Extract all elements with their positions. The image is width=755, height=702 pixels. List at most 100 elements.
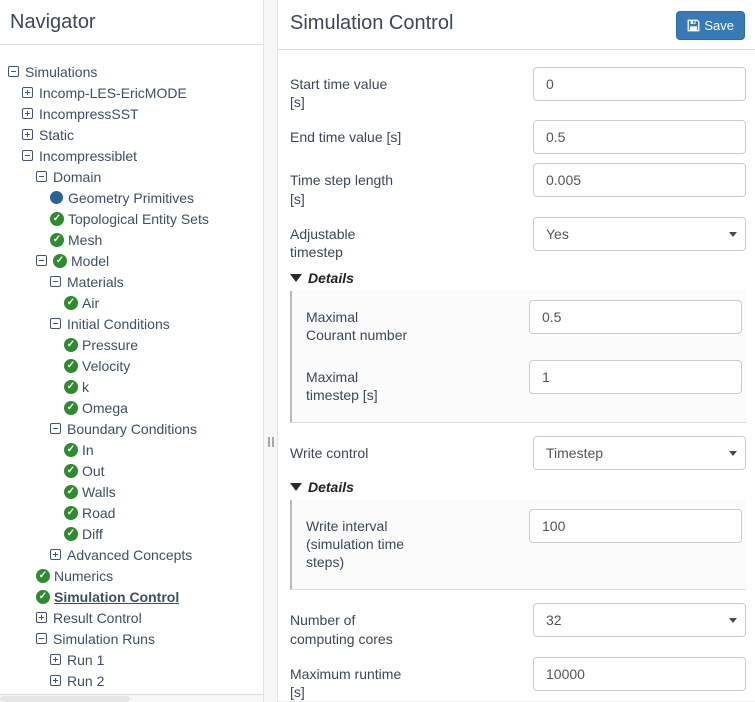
form-row-write-control: Write control Timestep [290,435,746,470]
field-control-maximal-timestep [529,359,742,394]
plus-box-icon[interactable] [22,129,33,140]
tree-item-mesh[interactable]: Mesh [8,229,261,250]
tree-item-run-2[interactable]: Run 2 [8,670,261,691]
field-label-end-time-value: End time value [s] [290,129,402,146]
tree-item-boundary-conditions[interactable]: Boundary Conditions [8,418,261,439]
tree-item-advanced-concepts[interactable]: Advanced Concepts [8,544,261,565]
tree-item-static[interactable]: Static [8,124,261,145]
tree-item-label: Result Control [53,609,142,626]
minus-box-icon[interactable] [8,66,19,77]
field-control-write-control: Timestep [533,435,746,470]
form-row-start-time-value: Start time value [s] [290,67,746,111]
end-time-value-input[interactable] [533,120,746,155]
field-label-maximal-timestep: Maximal timestep [s] [306,368,378,403]
plus-box-icon[interactable] [50,549,61,560]
tree-item-materials[interactable]: Materials [8,271,261,292]
collapse-triangle-icon [290,482,302,491]
minus-box-icon[interactable] [22,150,33,161]
tree-item-k[interactable]: k [8,376,261,397]
tree-item-label: Road [82,504,116,521]
minus-box-icon[interactable] [50,318,61,329]
save-button[interactable]: Save [676,11,745,40]
scrollbar-thumb[interactable] [0,696,130,702]
write-interval-input[interactable] [529,508,742,543]
save-button-label: Save [704,18,734,33]
tree-item-air[interactable]: Air [8,292,261,313]
navigator-tree: Simulations Incomp-LES-EricMODE Incompress… [0,45,263,691]
check-circle-icon [50,211,64,226]
tree-item-label: Boundary Conditions [67,420,197,437]
tree-item-run-1[interactable]: Run 1 [8,649,261,670]
check-circle-icon [50,232,64,247]
tree-item-label: Simulation Control [54,588,180,605]
tree-item-label: Simulations [25,63,98,80]
plus-box-icon[interactable] [50,654,61,665]
tree-item-label: Numerics [54,567,114,584]
tree-item-label: Diff [82,525,103,542]
tree-item-label: Run 2 [67,672,105,689]
tree-item-simulations[interactable]: Simulations [8,61,261,82]
minus-box-icon[interactable] [50,276,61,287]
check-circle-icon [64,526,78,541]
resize-grip-icon[interactable] [268,437,273,447]
tree-item-label: Domain [53,168,102,185]
tree-item-simulation-control[interactable]: Simulation Control [8,586,261,607]
time-step-length-input[interactable] [533,163,746,198]
minus-box-icon[interactable] [36,633,47,644]
tree-item-numerics[interactable]: Numerics [8,565,261,586]
tree-item-label: k [82,378,89,395]
navigator-hscrollbar[interactable] [0,694,263,702]
tree-item-incompresssst[interactable]: IncompressSST [8,103,261,124]
simulation-control-header: Simulation Control Save [278,0,755,50]
tree-item-label: Initial Conditions [67,315,170,332]
check-circle-icon [64,484,78,499]
tree-item-model[interactable]: Model [8,250,261,271]
form-row-end-time-value: End time value [s] [290,120,746,155]
field-control-maximal-courant-number [529,300,742,335]
simulation-form: Start time value [s] End time value [s] Ti… [278,50,755,701]
adjustable-timestep-select[interactable]: Yes [533,216,746,251]
tree-item-out[interactable]: Out [8,460,261,481]
minus-box-icon[interactable] [50,423,61,434]
tree-item-initial-conditions[interactable]: Initial Conditions [8,313,261,334]
tree-item-simulation-runs[interactable]: Simulation Runs [8,628,261,649]
plus-box-icon[interactable] [22,108,33,119]
plus-box-icon[interactable] [22,87,33,98]
form-row-computing-cores: Number of computing cores 32 [290,603,746,647]
details-header-timestep-details[interactable]: Details [290,270,746,286]
tree-item-incomp-les-ericmode[interactable]: Incomp-LES-EricMODE [8,82,261,103]
tree-item-geometry-primitives[interactable]: Geometry Primitives [8,187,261,208]
maximal-courant-number-input[interactable] [529,300,742,335]
tree-item-diff[interactable]: Diff [8,523,261,544]
field-control-end-time-value [533,120,746,155]
tree-item-result-control[interactable]: Result Control [8,607,261,628]
maximum-runtime-input[interactable] [533,656,746,691]
tree-item-in[interactable]: In [8,439,261,460]
navigator-header: Navigator [0,0,263,45]
details-box-write-details: Write interval (simulation time steps) [290,499,746,591]
details-header-write-details[interactable]: Details [290,479,746,495]
write-control-select[interactable]: Timestep [533,435,746,470]
tree-item-topological-entity-sets[interactable]: Topological Entity Sets [8,208,261,229]
tree-item-velocity[interactable]: Velocity [8,355,261,376]
tree-item-road[interactable]: Road [8,502,261,523]
panel-resize-divider[interactable] [263,0,278,702]
form-row-adjustable-timestep: Adjustable timestep Yes [290,216,746,261]
plus-box-icon[interactable] [36,612,47,623]
computing-cores-select[interactable]: 32 [533,603,746,638]
start-time-value-input[interactable] [533,67,746,101]
collapse-triangle-icon [290,274,302,283]
check-circle-icon [64,505,78,520]
minus-box-icon[interactable] [36,255,47,266]
tree-item-walls[interactable]: Walls [8,481,261,502]
plus-box-icon[interactable] [50,675,61,686]
tree-item-omega[interactable]: Omega [8,397,261,418]
tree-item-domain[interactable]: Domain [8,166,261,187]
field-label-maximum-runtime: Maximum runtime [s] [290,665,402,700]
maximal-timestep-input[interactable] [529,359,742,394]
minus-box-icon[interactable] [36,171,47,182]
tree-item-pressure[interactable]: Pressure [8,334,261,355]
form-row-write-interval: Write interval (simulation time steps) [306,508,742,572]
tree-item-label: Topological Entity Sets [68,210,209,227]
tree-item-incompressiblet[interactable]: Incompressiblet [8,145,261,166]
